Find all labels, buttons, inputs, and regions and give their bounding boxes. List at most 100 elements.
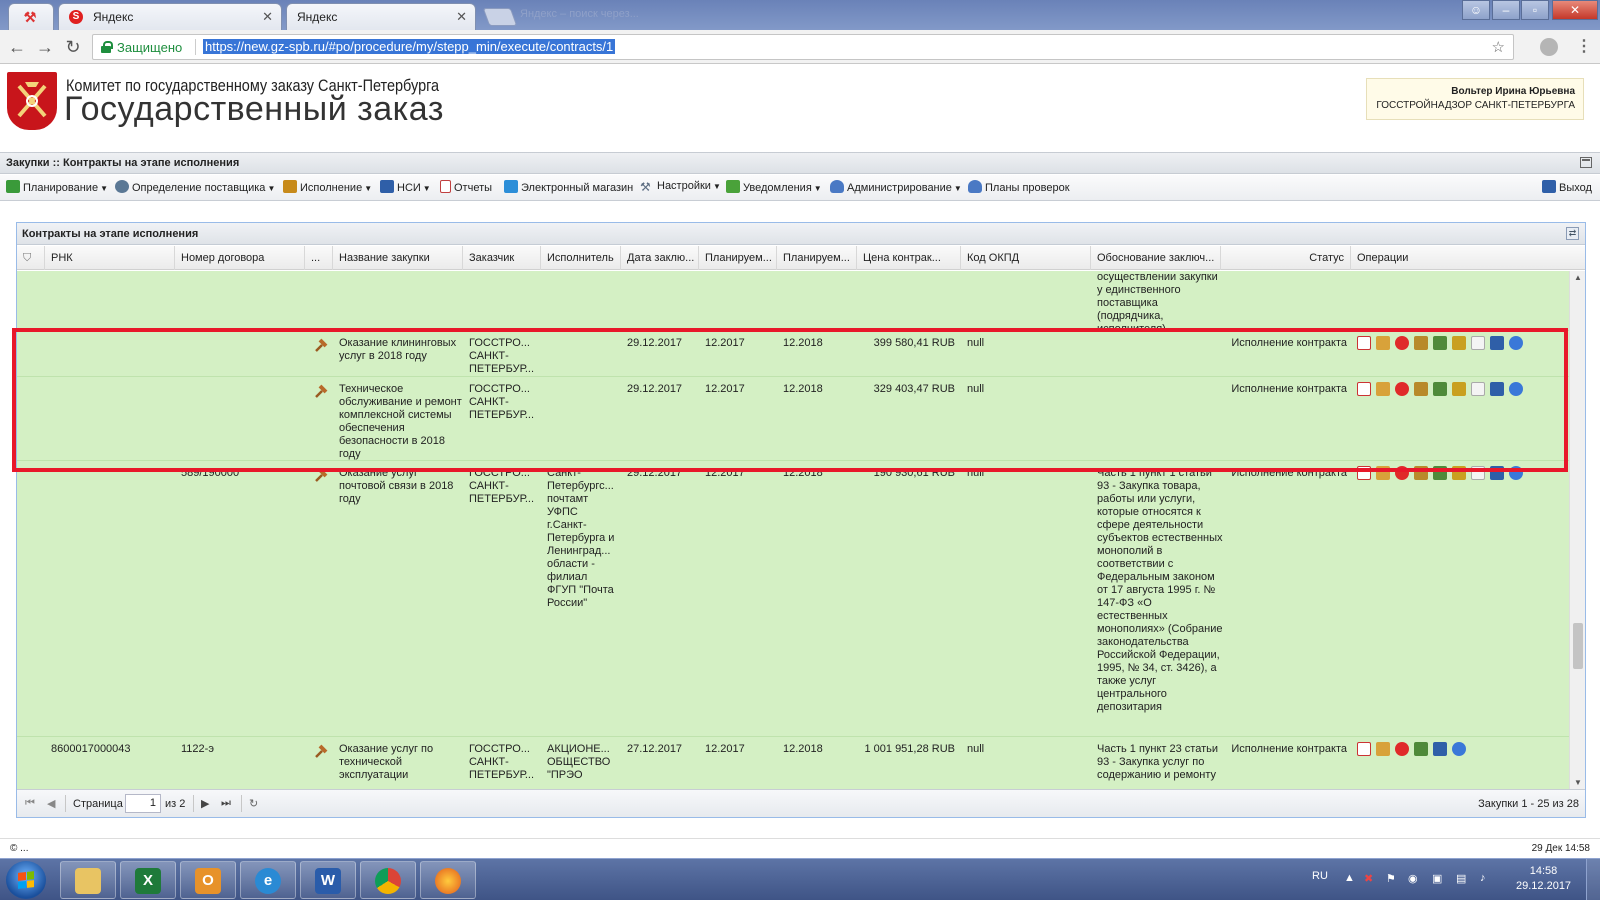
emblem-icon[interactable] [1414, 336, 1428, 350]
taskbar-word[interactable]: W [300, 861, 356, 899]
taskbar-explorer[interactable] [60, 861, 116, 899]
browser-tab-pinned[interactable]: ⚒ [8, 3, 54, 30]
minimize-button[interactable]: – [1492, 0, 1520, 20]
page-number-input[interactable]: 1 [125, 794, 161, 813]
taskbar-clock[interactable]: 14:58 29.12.2017 [1516, 864, 1571, 894]
table-row[interactable]: 8600017000043 1122-э Оказание услуг по т… [17, 737, 1569, 789]
archive-icon[interactable] [1452, 336, 1466, 350]
refresh-panel-icon[interactable]: ⇄ [1566, 227, 1579, 240]
column-contract-number[interactable]: Номер договора [175, 246, 305, 270]
columns-icon[interactable] [1490, 336, 1504, 350]
column-purchase-name[interactable]: Название закупки [333, 246, 463, 270]
column-planned-end[interactable]: Планируем... [777, 246, 857, 270]
settings-gear-icon[interactable] [1433, 466, 1447, 480]
stop-icon[interactable] [1395, 382, 1409, 396]
column-conclusion-date[interactable]: Дата заклю... [621, 246, 699, 270]
column-status[interactable]: Статус [1221, 246, 1351, 270]
taskbar-excel[interactable]: X [120, 861, 176, 899]
menu-nsi[interactable]: НСИ ▼ [380, 180, 431, 194]
column-customer[interactable]: Заказчик [463, 246, 541, 270]
menu-notifications[interactable]: Уведомления ▼ [726, 180, 822, 194]
info-icon[interactable] [1452, 742, 1466, 756]
settings-gear-icon[interactable] [1433, 336, 1447, 350]
archive-icon[interactable] [1452, 466, 1466, 480]
url-text[interactable]: https://new.gz-spb.ru/#po/procedure/my/s… [203, 39, 616, 54]
menu-planning[interactable]: Планирование ▼ [6, 180, 108, 194]
tray-up-arrow-icon[interactable]: ▲ [1344, 872, 1355, 884]
reload-icon[interactable]: ↻ [62, 36, 84, 58]
column-operations[interactable]: Операции [1351, 246, 1569, 270]
edit-icon[interactable] [1376, 466, 1390, 480]
table-row[interactable]: Техническое обслуживание и ремонт компле… [17, 377, 1569, 461]
close-tab-icon[interactable]: ✕ [262, 9, 273, 25]
browser-menu-icon[interactable]: ⋮ [1576, 36, 1592, 56]
extension-icon[interactable] [1540, 38, 1558, 56]
browser-tab-yandex-2[interactable]: Яндекс ✕ [286, 3, 476, 30]
exit-button[interactable]: Выход [1542, 180, 1592, 194]
document-icon[interactable] [1357, 742, 1371, 756]
info-icon[interactable] [1509, 382, 1523, 396]
emblem-icon[interactable] [1414, 382, 1428, 396]
edit-icon[interactable] [1376, 382, 1390, 396]
tray-security-icon[interactable]: ✖ [1364, 872, 1373, 885]
grid-vertical-scrollbar[interactable]: ▲ ▼ [1569, 271, 1585, 789]
taskbar-chrome[interactable] [360, 861, 416, 899]
archive-icon[interactable] [1452, 382, 1466, 396]
menu-reports[interactable]: Отчеты [440, 180, 492, 194]
address-bar[interactable]: Защищено https://new.gz-spb.ru/#po/proce… [92, 34, 1514, 60]
first-page-icon[interactable]: ⏮ [25, 797, 35, 810]
table-row[interactable]: осуществлении закупки у единственного по… [17, 271, 1569, 331]
info-icon[interactable] [1509, 336, 1523, 350]
user-info-box[interactable]: Вольтер Ирина Юрьевна ГОССТРОЙНАДЗОР САН… [1366, 78, 1584, 120]
page-icon[interactable] [1471, 336, 1485, 350]
emblem-icon[interactable] [1414, 466, 1428, 480]
prev-page-icon[interactable]: ◀ [47, 797, 55, 810]
scroll-down-arrow-icon[interactable]: ▼ [1574, 778, 1582, 787]
user-profile-icon[interactable]: ☺ [1462, 0, 1490, 20]
back-arrow-icon[interactable]: ← [6, 36, 28, 58]
stop-icon[interactable] [1395, 466, 1409, 480]
settings-gear-icon[interactable] [1433, 382, 1447, 396]
column-rnk[interactable]: РНК [45, 246, 175, 270]
menu-supplier-definition[interactable]: Определение поставщика ▼ [115, 180, 275, 194]
table-row[interactable]: 589/190000 Оказание услуг почтовой связи… [17, 461, 1569, 737]
taskbar-outlook[interactable]: O [180, 861, 236, 899]
document-icon[interactable] [1357, 382, 1371, 396]
column-basis[interactable]: Обоснование заключ... [1091, 246, 1221, 270]
tray-volume-icon[interactable]: ♪ [1480, 872, 1486, 884]
scroll-thumb[interactable] [1573, 623, 1583, 669]
forward-arrow-icon[interactable]: → [34, 36, 56, 58]
page-icon[interactable] [1471, 382, 1485, 396]
browser-tab-yandex-1[interactable]: S Яндекс ✕ [58, 3, 282, 30]
stop-icon[interactable] [1395, 742, 1409, 756]
edit-icon[interactable] [1376, 742, 1390, 756]
document-icon[interactable] [1357, 466, 1371, 480]
close-tab-icon[interactable]: ✕ [456, 9, 467, 25]
refresh-icon[interactable]: ↻ [249, 797, 258, 810]
columns-icon[interactable] [1490, 382, 1504, 396]
columns-icon[interactable] [1433, 742, 1447, 756]
taskbar-ie[interactable]: e [240, 861, 296, 899]
last-page-icon[interactable]: ⏭ [221, 797, 231, 810]
bookmark-star-icon[interactable]: ☆ [1492, 38, 1505, 56]
scroll-up-arrow-icon[interactable]: ▲ [1574, 273, 1582, 282]
column-okpd-code[interactable]: Код ОКПД [961, 246, 1091, 270]
column-contract-price[interactable]: Цена контрак... [857, 246, 961, 270]
start-button[interactable] [6, 861, 46, 899]
column-planned-start[interactable]: Планируем... [699, 246, 777, 270]
menu-administration[interactable]: Администрирование ▼ [830, 180, 962, 194]
show-desktop-button[interactable] [1586, 859, 1600, 900]
column-more[interactable]: ... [305, 246, 333, 270]
close-window-button[interactable]: ✕ [1552, 0, 1598, 20]
tray-flag-icon[interactable]: ⚑ [1386, 872, 1396, 885]
menu-execution[interactable]: Исполнение ▼ [283, 180, 372, 194]
input-language[interactable]: RU [1312, 870, 1328, 882]
column-filter[interactable]: ⛉ [17, 246, 45, 270]
menu-e-shop[interactable]: Электронный магазин [504, 180, 633, 194]
document-icon[interactable] [1357, 336, 1371, 350]
menu-settings[interactable]: ⚒ Настройки ▼ [640, 180, 721, 194]
columns-icon[interactable] [1490, 466, 1504, 480]
column-executor[interactable]: Исполнитель [541, 246, 621, 270]
tray-network-icon[interactable]: ▤ [1456, 872, 1466, 885]
info-icon[interactable] [1509, 466, 1523, 480]
